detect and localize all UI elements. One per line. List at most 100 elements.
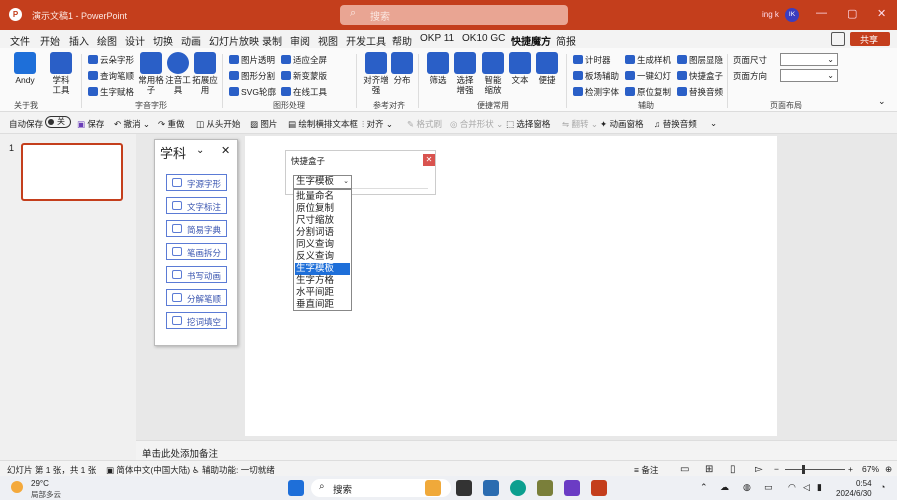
vs-icon[interactable] <box>564 480 580 496</box>
start-icon[interactable] <box>288 480 304 496</box>
layer-toggle-button[interactable]: 图层显隐 <box>677 54 723 66</box>
save-button[interactable]: ▣ 保存 <box>77 118 104 130</box>
normal-view-icon[interactable]: ▭ <box>680 464 689 475</box>
option-char-grid[interactable]: 生字方格 <box>295 275 350 287</box>
language-status[interactable]: ▣ 简体中文(中国大陆) <box>106 464 190 476</box>
menu-help[interactable]: 帮助 <box>392 33 412 48</box>
avatar[interactable]: IK <box>785 8 799 22</box>
select-enhance-button[interactable]: 选择 增强 <box>450 52 480 95</box>
stroke-query-button[interactable]: 查询笔顺 <box>88 70 134 82</box>
page-direction-select[interactable]: ⌄ <box>780 69 838 82</box>
in-place-copy-button[interactable]: 原位复制 <box>625 86 671 98</box>
minimize-icon[interactable]: — <box>816 7 827 19</box>
gradient-mask-button[interactable]: 新变蒙版 <box>281 70 327 82</box>
online-tools-button[interactable]: 在线工具 <box>281 86 327 98</box>
fullscreen-button[interactable]: 适应全屏 <box>281 54 327 66</box>
menu-design[interactable]: 设计 <box>125 33 145 48</box>
share-button[interactable]: 共享 <box>850 32 890 46</box>
page-size-select[interactable]: ⌄ <box>780 53 838 66</box>
option-antonym[interactable]: 反义查询 <box>295 251 350 263</box>
menu-okp[interactable]: OKP 11 <box>420 33 454 44</box>
calendar-app-icon[interactable] <box>537 480 553 496</box>
cloud-tray-icon[interactable]: ☁ <box>720 482 729 493</box>
function-combo[interactable]: 生字模板 ⌄ <box>293 175 352 189</box>
option-split-words[interactable]: 分割词语 <box>295 227 350 239</box>
cloud-font-button[interactable]: 云朵字形 <box>88 54 134 66</box>
customize-qat-icon[interactable]: ⌄ <box>710 118 717 129</box>
text-annotate-button[interactable]: 文字标注 <box>166 197 227 214</box>
menu-ok10[interactable]: OK10 GC <box>462 33 505 44</box>
format-brush-button[interactable]: ✎ 格式刷 <box>407 118 442 130</box>
dictionary-button[interactable]: 简易字典 <box>166 220 227 237</box>
text-button[interactable]: 文本 <box>505 52 535 85</box>
tray-app-icon[interactable]: ◍ <box>743 482 751 493</box>
from-start-button[interactable]: ◫ 从头开始 <box>196 118 240 130</box>
menu-insert[interactable]: 插入 <box>69 33 89 48</box>
close-icon[interactable]: ✕ <box>877 7 886 20</box>
animation-pane-button[interactable]: ✦ 动画窗格 <box>600 118 644 130</box>
stroke-split-button[interactable]: 笔画拆分 <box>166 243 227 260</box>
volume-icon[interactable]: ◁ <box>803 482 810 493</box>
comment-icon[interactable] <box>831 32 845 46</box>
undo-button[interactable]: ↶ 撤消 ⌄ <box>114 118 150 130</box>
shape-split-button[interactable]: 图形分割 <box>229 70 275 82</box>
menu-slideshow[interactable]: 幻灯片放映 <box>209 33 259 48</box>
distribute-button[interactable]: 分布 <box>387 52 417 85</box>
option-char-template[interactable]: 生字模板 <box>295 263 350 275</box>
dialog-close-icon[interactable]: ✕ <box>423 154 435 166</box>
option-in-place-copy[interactable]: 原位复制 <box>295 203 350 215</box>
slideshow-view-icon[interactable]: ▻ <box>755 464 763 475</box>
powerpoint-taskbar-icon[interactable] <box>591 480 607 496</box>
board-assist-button[interactable]: 板场辅助 <box>573 70 619 82</box>
accessibility-status[interactable]: ♿ 辅助功能: 一切就绪 <box>192 464 275 476</box>
sorter-view-icon[interactable]: ⊞ <box>705 464 713 475</box>
menu-draw[interactable]: 绘图 <box>97 33 117 48</box>
convenient-button[interactable]: 便捷 <box>532 52 562 85</box>
clock-date[interactable]: 2024/6/30 <box>836 489 872 498</box>
smart-zoom-button[interactable]: 智能 缩放 <box>478 52 508 95</box>
transparent-button[interactable]: 图片透明 <box>229 54 275 66</box>
align-button[interactable]: ⫶ 对齐 ⌄ <box>362 118 393 130</box>
zoom-out-icon[interactable]: − <box>774 464 779 474</box>
menu-record[interactable]: 录制 <box>262 33 282 48</box>
pinyin-button[interactable]: 注音工 具 <box>163 52 193 95</box>
font-check-button[interactable]: 检测字体 <box>573 86 619 98</box>
andy-button[interactable]: Andy <box>10 52 40 85</box>
zoom-thumb[interactable] <box>802 465 805 474</box>
option-synonym[interactable]: 同义查询 <box>295 239 350 251</box>
notes-toggle[interactable]: ≡ 备注 <box>634 464 658 476</box>
zoom-slider[interactable] <box>785 469 845 470</box>
merge-shapes-button[interactable]: ◎ 合并形状 ⌄ <box>450 118 503 130</box>
panel-close-icon[interactable]: ✕ <box>221 144 230 157</box>
clock-time[interactable]: 0:54 <box>856 479 872 488</box>
menu-animations[interactable]: 动画 <box>181 33 201 48</box>
maximize-icon[interactable]: ▢ <box>847 7 857 20</box>
redo-button[interactable]: ↷ 重做 <box>158 118 185 130</box>
zoom-level[interactable]: 67% <box>862 464 879 474</box>
filter-button[interactable]: 筛选 <box>423 52 453 85</box>
selection-pane-button[interactable]: ⬚ 选择窗格 <box>506 118 550 130</box>
zoom-in-icon[interactable]: + <box>848 464 853 474</box>
menu-transitions[interactable]: 切换 <box>153 33 173 48</box>
option-h-spacing[interactable]: 水平间距 <box>295 287 350 299</box>
cloze-button[interactable]: 挖词填空 <box>166 312 227 329</box>
menu-brief[interactable]: 简报 <box>556 33 576 48</box>
char-format-button[interactable]: 生字赋格 <box>88 86 134 98</box>
store-icon[interactable] <box>483 480 499 496</box>
menu-developer[interactable]: 开发工具 <box>346 33 386 48</box>
reading-view-icon[interactable]: ▯ <box>730 464 736 475</box>
picture-button[interactable]: ▨ 图片 <box>250 118 277 130</box>
option-v-spacing[interactable]: 垂直间距 <box>295 299 350 311</box>
menu-home[interactable]: 开始 <box>40 33 60 48</box>
writing-anim-button[interactable]: 书写动画 <box>166 266 227 283</box>
tray-device-icon[interactable]: ▭ <box>764 482 773 493</box>
menu-review[interactable]: 审阅 <box>290 33 310 48</box>
wifi-icon[interactable]: ◠ <box>788 482 796 493</box>
stroke-order-button[interactable]: 分解笔顺 <box>166 289 227 306</box>
taskbar-app-icon[interactable] <box>425 480 441 496</box>
draw-textbox-button[interactable]: ▤ 绘制横排文本框 <box>288 118 358 130</box>
timer-button[interactable]: 计时器 <box>573 54 611 66</box>
mockup-button[interactable]: 生成样机 <box>625 54 671 66</box>
xueke-tool-button[interactable]: 学科 工具 <box>46 52 76 95</box>
fit-slide-icon[interactable]: ⊕ <box>885 464 892 475</box>
